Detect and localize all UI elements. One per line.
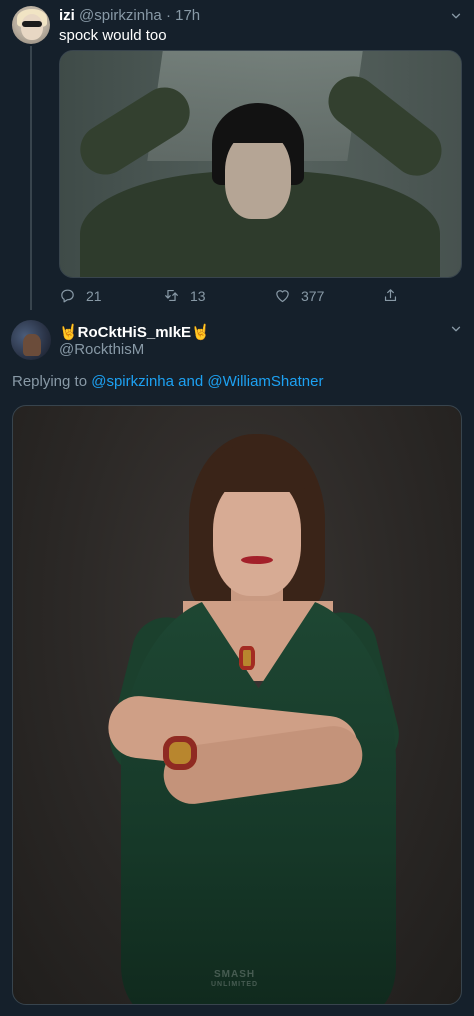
image-lips — [241, 556, 273, 564]
user-handle[interactable]: @RockthisM — [59, 341, 144, 359]
image-bangs — [209, 446, 305, 492]
chevron-down-icon[interactable] — [449, 322, 463, 336]
separator-dot: · — [165, 7, 171, 24]
image-bracelet — [163, 736, 197, 770]
tweet-media-image[interactable] — [59, 50, 462, 278]
timeline: izi @spirkzinha · 17h spock would too 21 — [0, 0, 474, 1016]
avatar-sunglasses — [22, 21, 42, 27]
tweet-action-bar: 21 13 377 — [0, 287, 474, 307]
user-avatar[interactable] — [12, 6, 50, 44]
user-avatar[interactable] — [11, 320, 51, 360]
replying-to-line: Replying to @spirkzinha and @WilliamShat… — [12, 373, 323, 391]
thread-connector-line — [30, 46, 32, 310]
heart-icon — [276, 290, 289, 303]
display-name[interactable]: izi — [59, 7, 75, 24]
chevron-down-icon[interactable] — [449, 9, 463, 23]
avatar-figure — [23, 334, 41, 356]
mention-link[interactable]: @WilliamShatner — [207, 373, 323, 390]
reply-button[interactable]: 21 — [59, 287, 102, 304]
share-button[interactable] — [382, 287, 409, 304]
watermark-line: UNLIMITED — [211, 981, 259, 988]
avatar-face — [21, 14, 43, 40]
image-face — [225, 131, 291, 219]
timestamp[interactable]: 17h — [175, 7, 200, 24]
share-icon — [384, 289, 397, 302]
tweet-text: spock would too — [59, 27, 167, 44]
image-watermark: SMASH UNLIMITED — [211, 970, 258, 990]
tweet-media-image[interactable]: SMASH UNLIMITED — [12, 405, 462, 1005]
image-pendant — [239, 646, 255, 670]
reply-count: 21 — [86, 287, 102, 304]
image-bangs — [228, 123, 290, 143]
display-name[interactable]: 🤘RoCktHiS_mIkE🤘 — [59, 324, 210, 342]
mention-link[interactable]: @spirkzinha — [91, 373, 174, 390]
like-count: 377 — [301, 287, 325, 304]
retweet-count: 13 — [190, 287, 206, 304]
retweet-icon — [165, 289, 178, 302]
retweet-button[interactable]: 13 — [163, 287, 206, 304]
user-handle[interactable]: @spirkzinha — [79, 7, 162, 24]
tweet-header: izi @spirkzinha · 17h — [59, 7, 200, 25]
image-face — [213, 476, 301, 596]
mention-conjunction: and — [178, 373, 204, 390]
replying-prefix: Replying to — [12, 373, 88, 390]
like-button[interactable]: 377 — [274, 287, 324, 304]
reply-icon — [61, 289, 74, 303]
watermark-line: SMASH — [213, 969, 256, 980]
